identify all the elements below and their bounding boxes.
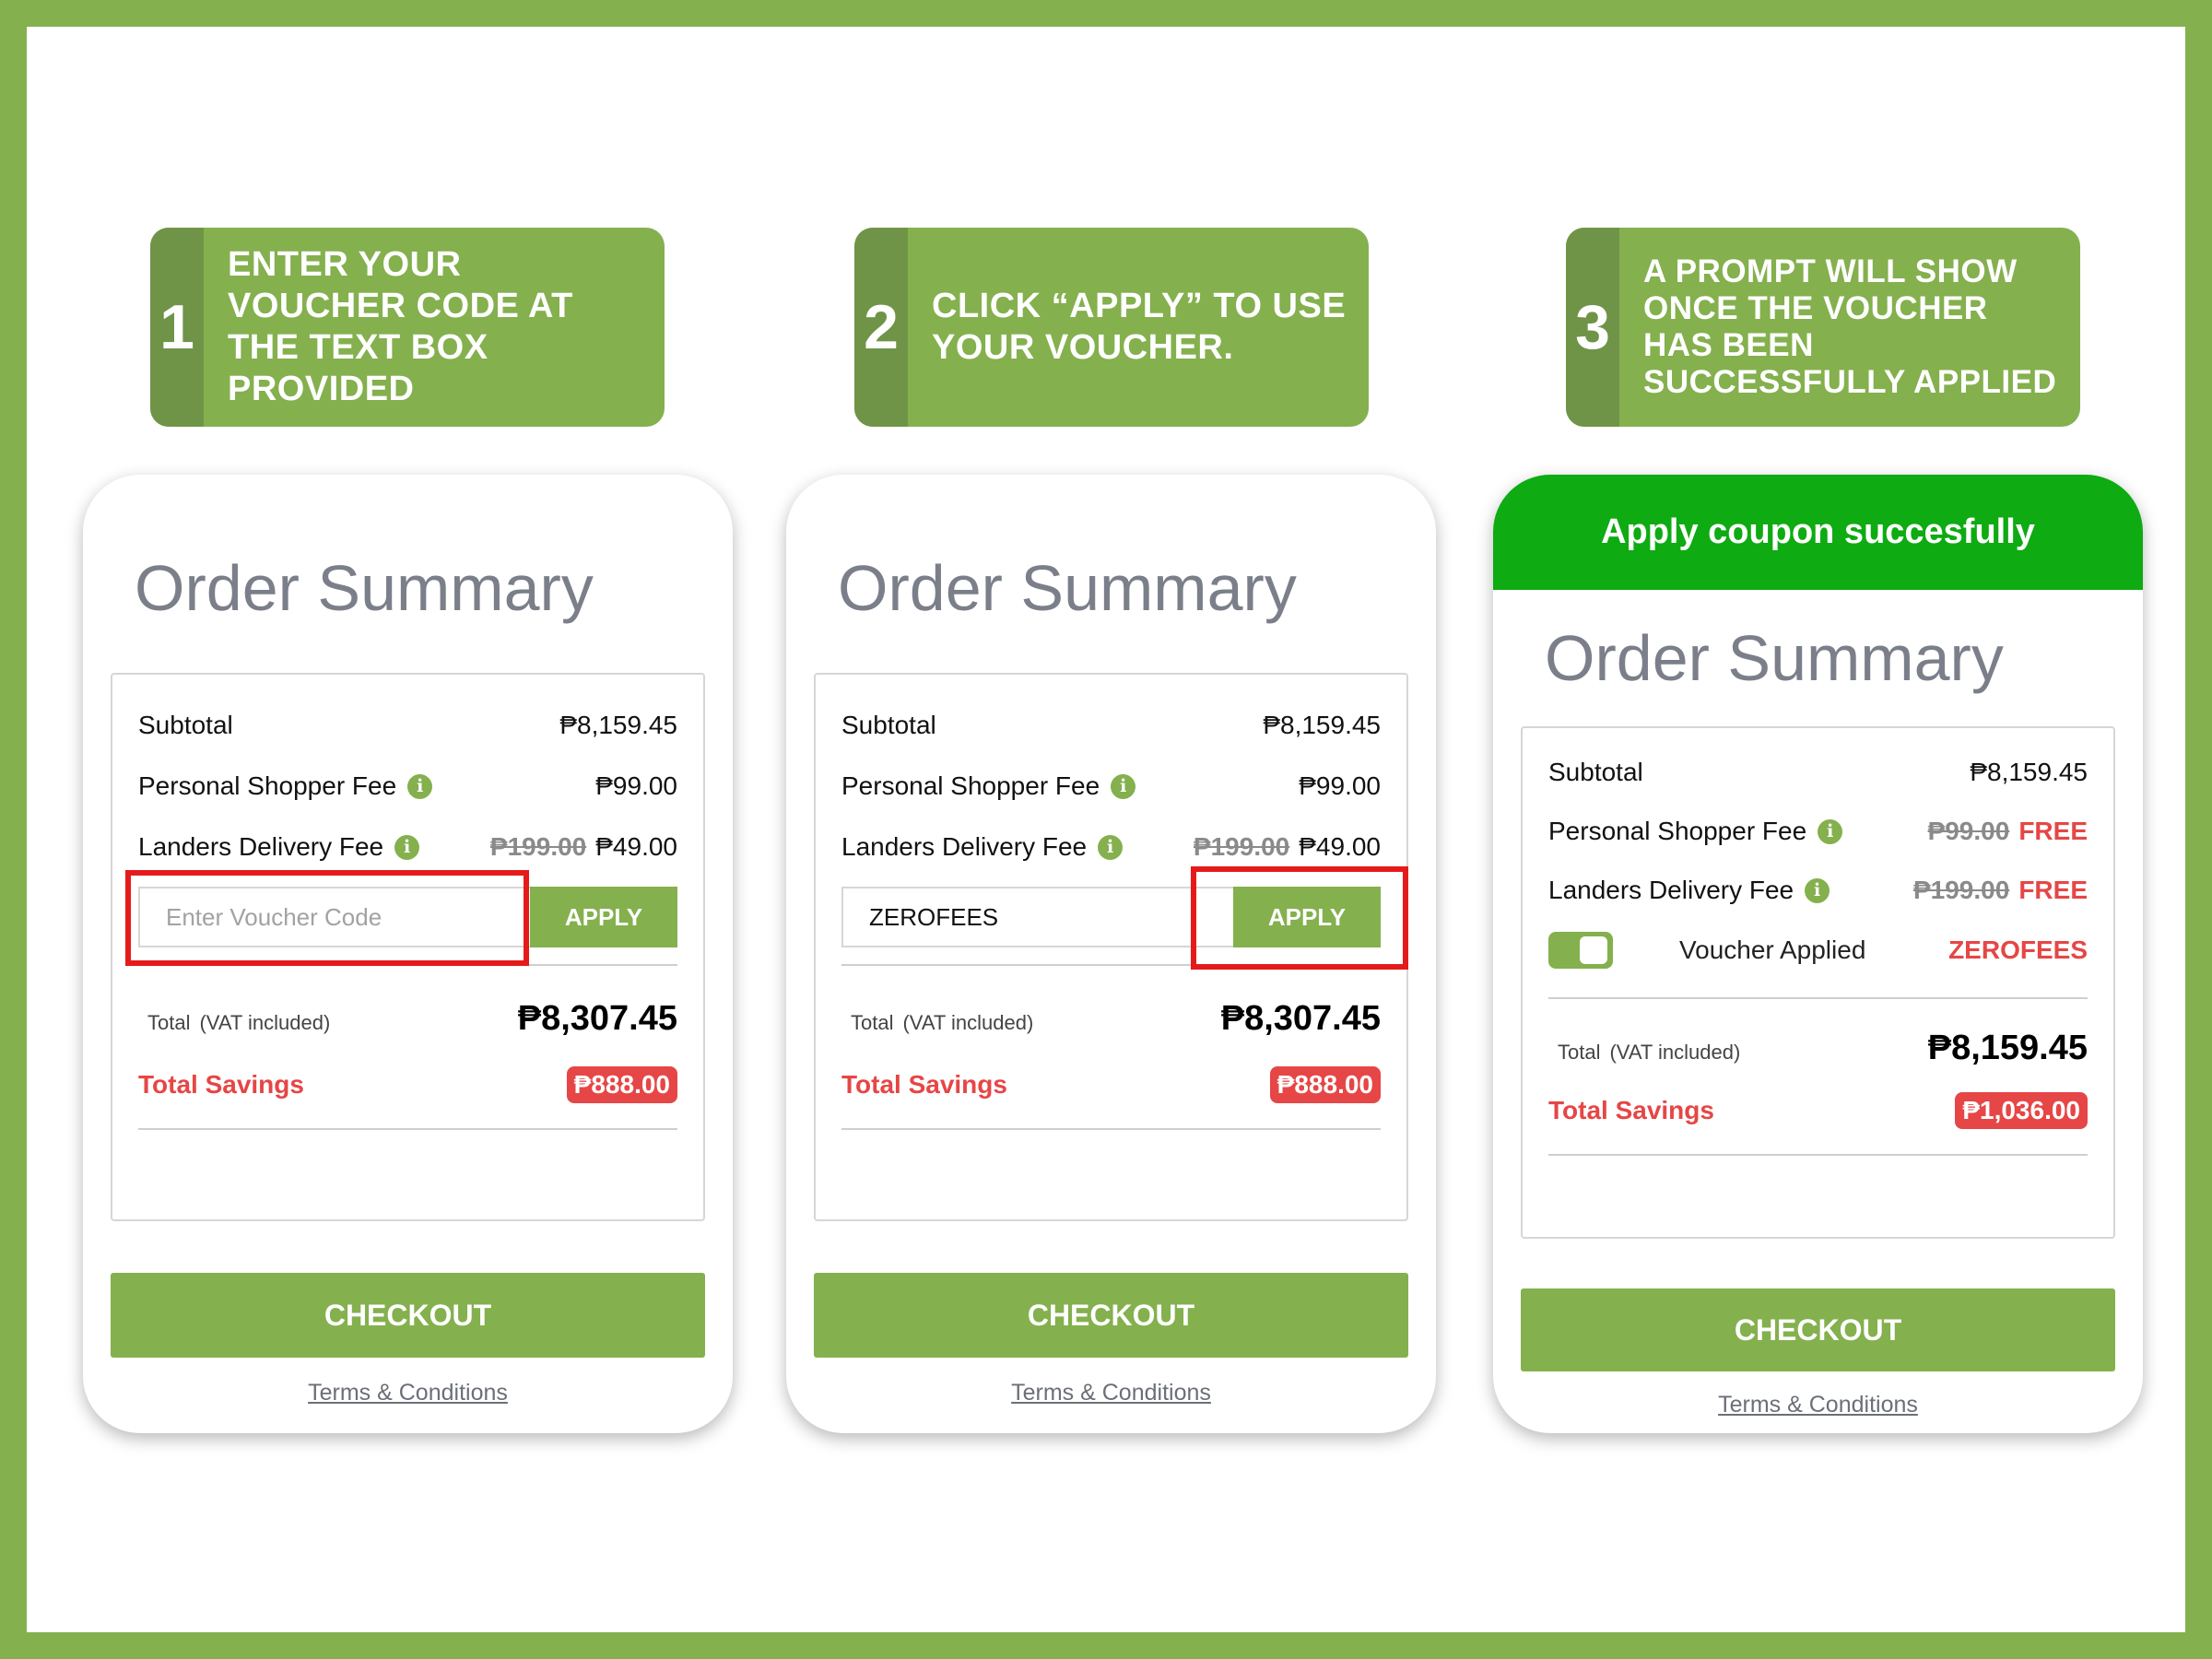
total-value: ₱8,307.45 (517, 998, 677, 1038)
voucher-form: Enter Voucher Code APPLY (125, 870, 677, 966)
savings-badge: ₱888.00 (566, 1066, 677, 1103)
order-summary-card-2: Order Summary Subtotal ₱8,159.45 Persona… (786, 475, 1436, 1433)
subtotal-value: ₱8,159.45 (559, 711, 677, 739)
total-value: ₱8,307.45 (1220, 998, 1381, 1038)
total-row: Total (VAT included) ₱8,307.45 (138, 966, 677, 1058)
checkout-button[interactable]: CHECKOUT (814, 1273, 1408, 1358)
info-icon[interactable]: i (407, 773, 433, 799)
delivery-fee-value: ₱49.00 (595, 832, 677, 861)
total-row: Total (VAT included) ₱8,159.45 (1548, 999, 2088, 1084)
step-number: 1 (150, 228, 204, 427)
step-text: ENTER YOUR VOUCHER CODE AT THE TEXT BOX … (228, 245, 573, 408)
checkout-button[interactable]: CHECKOUT (111, 1273, 705, 1358)
info-icon[interactable]: i (1805, 877, 1830, 903)
vat-label: (VAT included) (1609, 1040, 1741, 1064)
total-value: ₱8,159.45 (1927, 1028, 2088, 1067)
divider (841, 1128, 1381, 1130)
subtotal-row: Subtotal ₱8,159.45 (841, 695, 1381, 756)
savings-row: Total Savings ₱888.00 (841, 1058, 1381, 1112)
subtotal-value: ₱8,159.45 (1263, 711, 1381, 739)
info-icon[interactable]: i (1111, 773, 1136, 799)
button-highlight (1191, 866, 1408, 970)
toggle-knob (1580, 936, 1607, 964)
savings-row: Total Savings ₱888.00 (138, 1058, 677, 1112)
terms-link[interactable]: Terms & Conditions (1493, 1392, 2143, 1418)
subtotal-label: Subtotal (1548, 758, 1643, 786)
voucher-applied-row: Voucher Applied ZEROFEES (1548, 920, 2088, 981)
order-summary-title: Order Summary (838, 551, 1297, 624)
savings-label: Total Savings (138, 1070, 304, 1099)
shopper-fee-label: Personal Shopper Fee (138, 771, 397, 800)
summary-box: Subtotal ₱8,159.45 Personal Shopper Fee i… (1521, 726, 2115, 1239)
subtotal-label: Subtotal (138, 711, 233, 739)
delivery-fee-label: Landers Delivery Fee (138, 832, 384, 861)
delivery-fee-label: Landers Delivery Fee (841, 832, 1088, 861)
total-label: Total (851, 1010, 894, 1034)
delivery-old-price: ₱199.00 (1193, 832, 1290, 861)
shopper-fee-label: Personal Shopper Fee (841, 771, 1100, 800)
savings-row: Total Savings ₱1,036.00 (1548, 1084, 2088, 1137)
order-summary-title: Order Summary (135, 551, 594, 624)
vat-label: (VAT included) (902, 1010, 1034, 1034)
total-row: Total (VAT included) ₱8,307.45 (841, 966, 1381, 1058)
shopper-fee-row: Personal Shopper Fee i ₱99.00 (841, 756, 1381, 817)
summary-box: Subtotal ₱8,159.45 Personal Shopper Fee i… (111, 673, 705, 1221)
shopper-fee-label: Personal Shopper Fee (1548, 817, 1807, 845)
voucher-applied-label: Voucher Applied (1679, 935, 1866, 964)
shopper-fee-value: ₱99.00 (595, 771, 677, 800)
terms-link[interactable]: Terms & Conditions (83, 1380, 733, 1406)
savings-badge: ₱888.00 (1269, 1066, 1381, 1103)
subtotal-row: Subtotal ₱8,159.45 (138, 695, 677, 756)
shopper-fee-row: Personal Shopper Fee i ₱99.00 (138, 756, 677, 817)
voucher-toggle[interactable] (1548, 932, 1613, 969)
divider (1548, 1154, 2088, 1156)
input-highlight (125, 870, 529, 966)
terms-link[interactable]: Terms & Conditions (786, 1380, 1436, 1406)
step-text: CLICK “APPLY” TO USE YOUR VOUCHER. (932, 287, 1347, 367)
info-icon[interactable]: i (1098, 834, 1124, 860)
step-2-banner: 2 CLICK “APPLY” TO USE YOUR VOUCHER. (854, 228, 1369, 427)
voucher-code-value: ZEROFEES (1948, 935, 2088, 964)
order-summary-title: Order Summary (1545, 622, 2004, 694)
delivery-fee-row: Landers Delivery Fee i ₱199.00 ₱49.00 (138, 817, 677, 877)
checkout-button[interactable]: CHECKOUT (1521, 1288, 2115, 1371)
vat-label: (VAT included) (199, 1010, 331, 1034)
divider (138, 1128, 677, 1130)
step-1-banner: 1 ENTER YOUR VOUCHER CODE AT THE TEXT BO… (150, 228, 665, 427)
order-summary-card-1: Order Summary Subtotal ₱8,159.45 Persona… (83, 475, 733, 1433)
step-3-banner: 3 A PROMPT WILL SHOW ONCE THE VOUCHER HA… (1566, 228, 2080, 427)
savings-badge: ₱1,036.00 (1955, 1092, 2088, 1129)
subtotal-label: Subtotal (841, 711, 936, 739)
success-prompt: Apply coupon succesfully (1493, 475, 2143, 590)
total-label: Total (1558, 1040, 1601, 1064)
total-label: Total (147, 1010, 191, 1034)
voucher-form: ZEROFEES APPLY (841, 866, 1408, 970)
delivery-fee-row: Landers Delivery Fee i ₱199.00 FREE (1548, 861, 2088, 920)
voucher-code-input[interactable]: ZEROFEES (841, 887, 1233, 947)
delivery-fee-value: FREE (2018, 876, 2088, 904)
info-icon[interactable]: i (1818, 818, 1843, 844)
delivery-fee-value: ₱49.00 (1299, 832, 1381, 861)
shopper-old-price: ₱99.00 (1927, 817, 2010, 845)
summary-box: Subtotal ₱8,159.45 Personal Shopper Fee i… (814, 673, 1408, 1221)
delivery-fee-label: Landers Delivery Fee (1548, 876, 1794, 904)
order-summary-card-3: Apply coupon succesfully Order Summary S… (1493, 475, 2143, 1433)
subtotal-value: ₱8,159.45 (1970, 758, 2088, 786)
delivery-old-price: ₱199.00 (489, 832, 587, 861)
savings-label: Total Savings (1548, 1096, 1714, 1124)
step-number: 2 (854, 228, 908, 427)
savings-label: Total Savings (841, 1070, 1007, 1099)
step-text: A PROMPT WILL SHOW ONCE THE VOUCHER HAS … (1643, 253, 2057, 400)
delivery-old-price: ₱199.00 (1912, 876, 2010, 904)
info-icon[interactable]: i (394, 834, 420, 860)
shopper-fee-value: FREE (2018, 817, 2088, 845)
apply-button[interactable]: APPLY (530, 887, 677, 947)
shopper-fee-value: ₱99.00 (1299, 771, 1381, 800)
subtotal-row: Subtotal ₱8,159.45 (1548, 743, 2088, 802)
shopper-fee-row: Personal Shopper Fee i ₱99.00 FREE (1548, 802, 2088, 861)
step-number: 3 (1566, 228, 1619, 427)
